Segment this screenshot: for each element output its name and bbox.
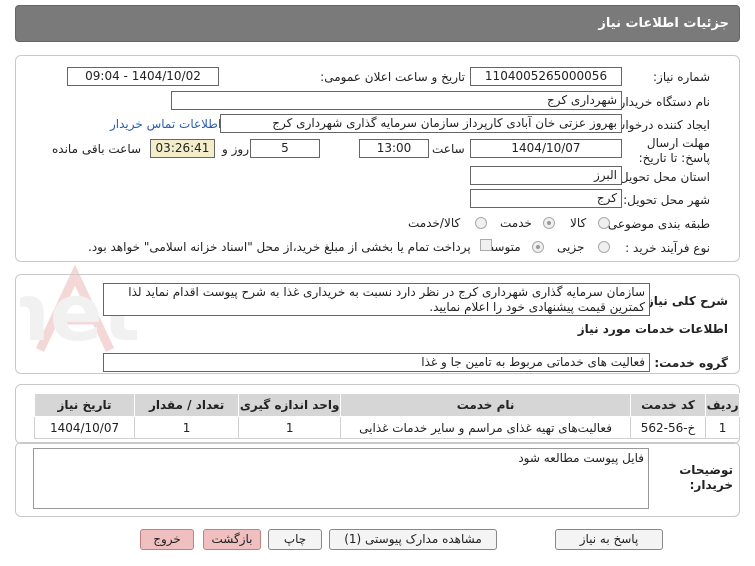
category-label: طبقه بندی موضوعی: [603, 217, 710, 231]
process-option-minor: جزیی [557, 240, 585, 254]
city-label: شهر محل تحویل: [623, 193, 710, 207]
announce-field[interactable]: 1404/10/02 - 09:04 [67, 67, 219, 86]
col-header-unit: واحد اندازه گیری [238, 393, 342, 417]
col-header-row-number: ردیف [705, 393, 740, 417]
category-radio-goods[interactable] [598, 217, 610, 229]
remaining-time-field: 03:26:41 [150, 139, 215, 158]
service-group-label: گروه خدمت: [654, 356, 728, 370]
category-option-service: خدمت [500, 216, 532, 230]
services-table: ردیف کد خدمت نام خدمت واحد اندازه گیری ت… [33, 393, 740, 439]
deadline-time-label: ساعت [432, 142, 465, 156]
province-label: استان محل تحویل: [615, 170, 710, 184]
cell-quantity: 1 [134, 416, 240, 439]
process-label: نوع فرآیند خرید : [625, 241, 710, 255]
view-attachments-button[interactable]: مشاهده مدارک پیوستی (1) [329, 529, 497, 550]
col-header-need-date: تاریخ نیاز [33, 393, 136, 417]
buyer-org-label: نام دستگاه خریدار: [615, 95, 711, 109]
col-header-service-code: کد خدمت [629, 393, 707, 417]
services-table-header-row: ردیف کد خدمت نام خدمت واحد اندازه گیری ت… [33, 393, 740, 417]
reply-button[interactable]: پاسخ به نیاز [555, 529, 663, 550]
service-group-field[interactable]: فعالیت های خدماتی مربوط به تامین جا و غذ… [103, 353, 650, 372]
category-radio-service[interactable] [543, 217, 555, 229]
days-label: روز و [222, 142, 249, 156]
contact-buyer-link[interactable]: اطلاعات تماس خریدار [110, 117, 221, 131]
category-radio-goods-service[interactable] [475, 217, 487, 229]
days-field[interactable]: 5 [250, 139, 320, 158]
category-option-goods-service: کالا/خدمت [408, 216, 461, 230]
buyer-org-field[interactable]: شهرداری کرج [171, 91, 622, 110]
print-button[interactable]: چاپ [268, 529, 322, 550]
cell-service-code: خ-56-562 [629, 416, 707, 439]
deadline-date-field[interactable]: 1404/10/07 [470, 139, 622, 158]
table-row[interactable]: 1 خ-56-562 فعالیت‌های تهیه غذای مراسم و … [33, 416, 740, 439]
need-number-label: شماره نیاز: [653, 70, 710, 84]
process-radio-minor[interactable] [598, 241, 610, 253]
col-header-service-name: نام خدمت [340, 393, 631, 417]
cell-need-date: 1404/10/07 [33, 416, 136, 439]
buyer-notes-textarea[interactable]: فایل پیوست مطالعه شود [33, 448, 649, 509]
province-field[interactable]: البرز [470, 166, 622, 185]
summary-textarea[interactable]: سازمان سرمایه گذاری شهرداری کرج در نظر د… [103, 283, 650, 316]
treasury-payment-checkbox[interactable] [480, 239, 492, 251]
city-field[interactable]: کرج [470, 189, 622, 208]
process-radio-medium[interactable] [532, 241, 544, 253]
remaining-time-label: ساعت باقی مانده [52, 142, 142, 156]
page-header: جزئیات اطلاعات نیاز [15, 5, 740, 42]
cell-service-name: فعالیت‌های تهیه غذای مراسم و سایر خدمات … [340, 416, 631, 439]
announce-label: تاریخ و ساعت اعلان عمومی: [320, 70, 465, 84]
col-header-quantity: تعداد / مقدار [134, 393, 240, 417]
deadline-label: مهلت ارسال پاسخ: تا تاریخ: [638, 136, 710, 165]
services-section-title: اطلاعات خدمات مورد نیاز [577, 322, 728, 336]
back-button[interactable]: بازگشت [203, 529, 261, 550]
summary-label: شرح کلی نیاز: [642, 294, 728, 308]
cell-row-number: 1 [705, 416, 740, 439]
page-title: جزئیات اطلاعات نیاز [598, 16, 729, 31]
cell-unit: 1 [238, 416, 342, 439]
buyer-notes-label: توضیحات خریدار: [679, 463, 733, 492]
need-number-field[interactable]: 1104005265000056 [470, 67, 622, 86]
treasury-payment-note: پرداخت تمام یا بخشی از مبلغ خرید،از محل … [88, 240, 471, 254]
exit-button[interactable]: خروج [140, 529, 194, 550]
category-option-goods: کالا [570, 216, 587, 230]
creator-field[interactable]: بهروز عزتی خان آبادی کارپرداز سازمان سرم… [220, 114, 622, 133]
deadline-time-field[interactable]: 13:00 [359, 139, 429, 158]
